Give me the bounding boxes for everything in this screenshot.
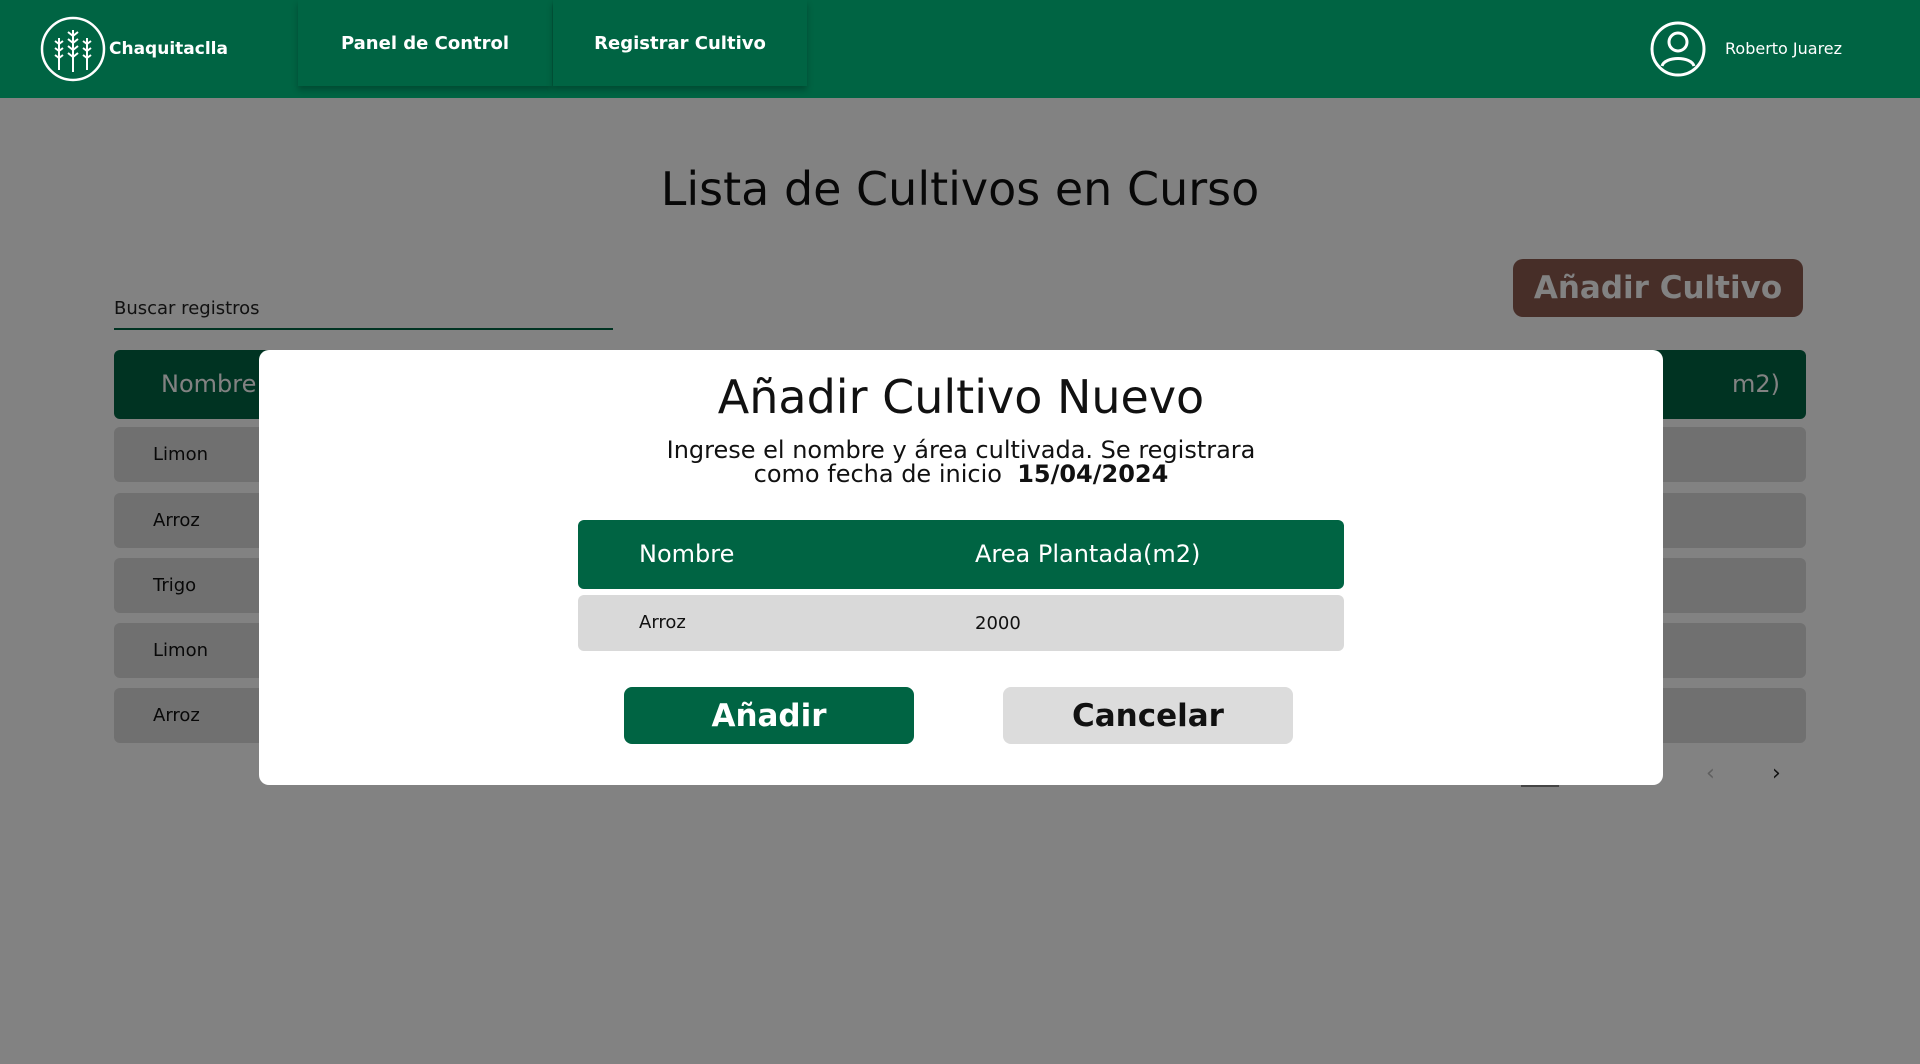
wheat-logo-icon: [40, 16, 106, 82]
crop-name-field[interactable]: Arroz: [639, 612, 686, 633]
top-navbar: Chaquitaclla Panel de Control Registrar …: [0, 0, 1920, 98]
modal-title: Añadir Cultivo Nuevo: [717, 370, 1205, 424]
modal-table-header: Nombre Area Plantada(m2): [578, 520, 1344, 589]
add-crop-modal: Añadir Cultivo Nuevo Ingrese el nombre y…: [259, 350, 1663, 785]
cancel-button[interactable]: Cancelar: [1003, 687, 1293, 744]
column-header-area: Area Plantada(m2): [975, 540, 1201, 568]
nav-panel-de-control[interactable]: Panel de Control: [298, 0, 552, 86]
modal-description-line2: como fecha de inicio 15/04/2024: [259, 462, 1663, 486]
nav-registrar-cultivo[interactable]: Registrar Cultivo: [553, 0, 807, 86]
modal-description-line1: Ingrese el nombre y área cultivada. Se r…: [666, 436, 1256, 464]
user-name[interactable]: Roberto Juarez: [1725, 39, 1842, 58]
start-date: 15/04/2024: [1017, 460, 1169, 488]
user-avatar-icon[interactable]: [1649, 20, 1707, 78]
column-header-name: Nombre: [639, 540, 735, 568]
start-date-label: como fecha de inicio: [753, 460, 1002, 488]
confirm-add-button[interactable]: Añadir: [624, 687, 914, 744]
modal-description: Ingrese el nombre y área cultivada. Se r…: [259, 438, 1663, 486]
brand-name: Chaquitaclla: [109, 39, 228, 59]
brand-logo[interactable]: Chaquitaclla: [40, 16, 228, 82]
modal-table-row[interactable]: Arroz 2000: [578, 595, 1344, 651]
crop-area-field[interactable]: 2000: [975, 613, 1021, 634]
